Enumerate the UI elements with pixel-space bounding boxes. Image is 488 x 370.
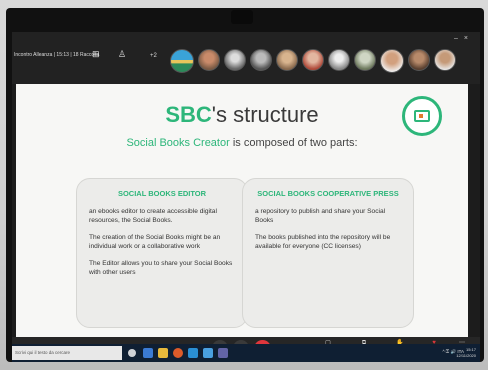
grid-view-icon[interactable]: ⊞ bbox=[92, 49, 100, 60]
avatar[interactable] bbox=[408, 49, 430, 71]
editor-card-text: an ebooks editor to create accessible di… bbox=[89, 208, 217, 224]
slide-title: SBC's structure bbox=[16, 102, 468, 128]
meeting-title: Incontro Alleanza | 15:13 | 18 Raccolta bbox=[14, 52, 100, 58]
avatar[interactable] bbox=[302, 49, 324, 71]
press-card-text: a repository to publish and share your S… bbox=[255, 208, 386, 224]
press-card: SOCIAL BOOKS COOPERATIVE PRESS a reposit… bbox=[242, 178, 414, 328]
slide-title-accent: SBC bbox=[165, 102, 212, 127]
monitor-screen: Incontro Alleanza | 15:13 | 18 Raccolta … bbox=[12, 32, 480, 362]
taskbar-clock[interactable]: 15:17 12/11/2020 bbox=[456, 347, 476, 359]
shared-slide: SBC's structure Social Books Creator is … bbox=[16, 84, 468, 337]
mail-icon[interactable] bbox=[203, 348, 213, 358]
press-card-text: The books published into the repository … bbox=[255, 234, 391, 250]
people-icon[interactable]: ♙ bbox=[118, 49, 126, 60]
subtitle-accent: Social Books Creator bbox=[126, 137, 230, 149]
clock-date: 12/11/2020 bbox=[456, 353, 476, 358]
task-view-icon[interactable] bbox=[128, 349, 136, 357]
windows-taskbar: Scrivi qui il testo da cercare ^ ⚿ 🔊 ITA… bbox=[12, 344, 480, 362]
avatar[interactable] bbox=[354, 49, 376, 71]
participant-avatars bbox=[170, 49, 456, 73]
edge-icon[interactable] bbox=[143, 348, 153, 358]
editor-card: SOCIAL BOOKS EDITOR an ebooks editor to … bbox=[76, 178, 248, 328]
editor-card-text: The Editor allows you to share your Soci… bbox=[89, 260, 233, 276]
avatar[interactable] bbox=[328, 49, 350, 71]
avatar[interactable] bbox=[224, 49, 246, 71]
avatar[interactable] bbox=[198, 49, 220, 71]
store-icon[interactable] bbox=[188, 348, 198, 358]
avatar[interactable] bbox=[276, 49, 298, 71]
chrome-icon[interactable] bbox=[173, 348, 183, 358]
teams-icon[interactable] bbox=[218, 348, 228, 358]
editor-card-title: SOCIAL BOOKS EDITOR bbox=[117, 189, 207, 198]
slide-title-rest: 's structure bbox=[211, 102, 319, 127]
avatar[interactable] bbox=[434, 49, 456, 71]
participants-more-count[interactable]: +2 bbox=[150, 53, 157, 59]
editor-card-text: The creation of the Social Books might b… bbox=[89, 234, 221, 250]
press-card-title: SOCIAL BOOKS COOPERATIVE PRESS bbox=[257, 189, 399, 198]
avatar[interactable] bbox=[170, 49, 194, 73]
webcam-icon bbox=[231, 10, 253, 24]
window-controls[interactable]: –× bbox=[454, 35, 474, 42]
meeting-top-bar: Incontro Alleanza | 15:13 | 18 Raccolta … bbox=[12, 32, 480, 84]
avatar[interactable] bbox=[250, 49, 272, 71]
taskbar-search-input[interactable]: Scrivi qui il testo da cercare bbox=[12, 346, 122, 360]
subtitle-rest: is composed of two parts: bbox=[229, 137, 358, 149]
slide-subtitle: Social Books Creator is composed of two … bbox=[16, 137, 468, 149]
sbc-logo-icon bbox=[402, 96, 442, 136]
explorer-icon[interactable] bbox=[158, 348, 168, 358]
avatar[interactable] bbox=[380, 49, 404, 73]
